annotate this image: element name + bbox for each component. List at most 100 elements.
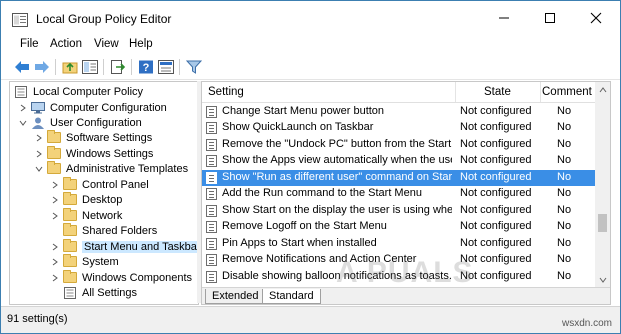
chevron-right-icon[interactable] [50, 211, 60, 221]
chevron-down-icon [599, 277, 606, 283]
tree-node-system[interactable]: System [50, 254, 119, 269]
tree-label: Windows Settings [66, 147, 154, 160]
chevron-right-icon[interactable] [18, 103, 28, 113]
menu-action[interactable]: Action [50, 38, 82, 50]
table-row[interactable]: Pin Apps to Start when installed Not con… [202, 236, 595, 252]
tree-node-computer-configuration[interactable]: Computer Configuration [18, 100, 167, 115]
tree-node-windows-settings[interactable]: Windows Settings [34, 146, 153, 161]
folder-icon [47, 146, 61, 159]
maximize-button[interactable] [527, 1, 573, 35]
setting-state: Not configured [460, 121, 532, 133]
tree-label: Control Panel [82, 178, 149, 191]
table-row[interactable]: Show QuickLaunch on Taskbar Not configur… [202, 120, 595, 136]
menu-bar: File Action View Help [1, 35, 620, 55]
properties-button[interactable] [157, 58, 175, 76]
properties-icon [158, 60, 174, 74]
column-header-comment[interactable]: Comment [542, 86, 592, 98]
setting-name: Add the Run command to the Start Menu [222, 187, 422, 199]
scroll-down-button[interactable] [595, 272, 610, 287]
table-row[interactable]: Change Start Menu power button Not confi… [202, 104, 595, 120]
column-header-setting[interactable]: Setting [208, 86, 244, 98]
folder-icon [63, 208, 77, 221]
table-row[interactable]: Add the Run command to the Start Menu No… [202, 186, 595, 202]
table-row[interactable]: Remove the "Undock PC" button from the S… [202, 137, 595, 153]
tree-node-administrative-templates[interactable]: Administrative Templates [34, 161, 188, 176]
tree-label: Computer Configuration [50, 101, 167, 114]
setting-name: Show "Run as different user" command on … [222, 171, 452, 183]
title-bar: Local Group Policy Editor [1, 1, 620, 35]
tree-node-local-computer-policy[interactable]: Local Computer Policy [14, 84, 143, 99]
chevron-right-icon[interactable] [50, 273, 60, 283]
minimize-icon [499, 17, 509, 19]
setting-name: Change Start Menu power button [222, 105, 385, 117]
table-row-selected[interactable]: Show "Run as different user" command on … [202, 170, 595, 186]
vertical-scrollbar[interactable] [595, 82, 610, 287]
column-header-state[interactable]: State [484, 86, 511, 98]
show-hide-tree-button[interactable] [81, 58, 99, 76]
chevron-right-icon[interactable] [50, 195, 60, 205]
setting-comment: No [557, 220, 572, 232]
tree-node-windows-components[interactable]: Windows Components [50, 270, 192, 285]
toolbar-separator [55, 59, 56, 75]
tree-pane[interactable]: Local Computer Policy Computer Configura… [9, 81, 199, 305]
chevron-right-icon[interactable] [50, 257, 60, 267]
chevron-right-icon[interactable] [34, 149, 44, 159]
chevron-right-icon[interactable] [50, 180, 60, 190]
export-list-icon [111, 60, 126, 74]
setting-comment: No [557, 121, 572, 133]
table-row[interactable]: Show Start on the display the user is us… [202, 203, 595, 219]
forward-button[interactable] [33, 58, 51, 76]
filter-button[interactable] [185, 58, 203, 76]
help-button[interactable]: ? [137, 58, 155, 76]
minimize-button[interactable] [481, 1, 527, 35]
forward-icon [35, 61, 49, 73]
app-window: Local Group Policy Editor File Action Vi… [0, 0, 621, 334]
setting-state: Not configured [460, 220, 532, 232]
tree-node-user-configuration[interactable]: User Configuration [18, 115, 142, 130]
policy-setting-icon [206, 254, 217, 266]
up-folder-button[interactable] [61, 58, 79, 76]
setting-comment: No [557, 138, 572, 150]
chevron-down-icon[interactable] [18, 118, 28, 128]
tree-node-control-panel[interactable]: Control Panel [50, 177, 149, 192]
close-icon [590, 12, 602, 24]
folder-icon [63, 177, 77, 190]
tree-node-software-settings[interactable]: Software Settings [34, 130, 152, 145]
chevron-right-icon[interactable] [34, 133, 44, 143]
setting-comment: No [557, 237, 572, 249]
close-button[interactable] [573, 1, 619, 35]
setting-name: Pin Apps to Start when installed [222, 237, 377, 249]
setting-name: Remove Logoff on the Start Menu [222, 220, 387, 232]
export-list-button[interactable] [109, 58, 127, 76]
filter-icon [186, 60, 202, 74]
folder-icon [63, 270, 77, 283]
chevron-down-icon[interactable] [34, 164, 44, 174]
policy-setting-icon [206, 238, 217, 250]
tree-node-shared-folders[interactable]: Shared Folders [63, 223, 157, 238]
column-separator[interactable] [540, 82, 541, 102]
tree-node-start-menu-and-taskbar[interactable]: Start Menu and Taskbar [50, 239, 198, 254]
table-row[interactable]: Show the Apps view automatically when th… [202, 153, 595, 169]
tree-label: User Configuration [50, 116, 142, 129]
menu-file[interactable]: File [20, 38, 39, 50]
column-separator[interactable] [455, 82, 456, 102]
tree-node-network[interactable]: Network [50, 208, 122, 223]
scrollbar-thumb[interactable] [598, 214, 607, 232]
up-folder-icon [62, 62, 78, 74]
setting-comment: No [557, 204, 572, 216]
group-policy-app-icon [12, 13, 28, 27]
chevron-right-icon[interactable] [50, 242, 60, 252]
tree-node-desktop[interactable]: Desktop [50, 192, 122, 207]
tab-standard[interactable]: Standard [262, 289, 321, 304]
scroll-up-button[interactable] [595, 82, 610, 97]
tab-extended[interactable]: Extended [205, 289, 266, 304]
menu-help[interactable]: Help [129, 38, 153, 50]
policy-setting-icon [206, 155, 217, 167]
back-button[interactable] [13, 58, 31, 76]
table-row[interactable]: Remove Logoff on the Start Menu Not conf… [202, 219, 595, 235]
setting-state: Not configured [460, 154, 532, 166]
menu-view[interactable]: View [94, 38, 119, 50]
setting-comment: No [557, 171, 572, 183]
tree-node-all-settings[interactable]: All Settings [63, 285, 137, 300]
list-header: Setting State Comment [202, 82, 595, 103]
